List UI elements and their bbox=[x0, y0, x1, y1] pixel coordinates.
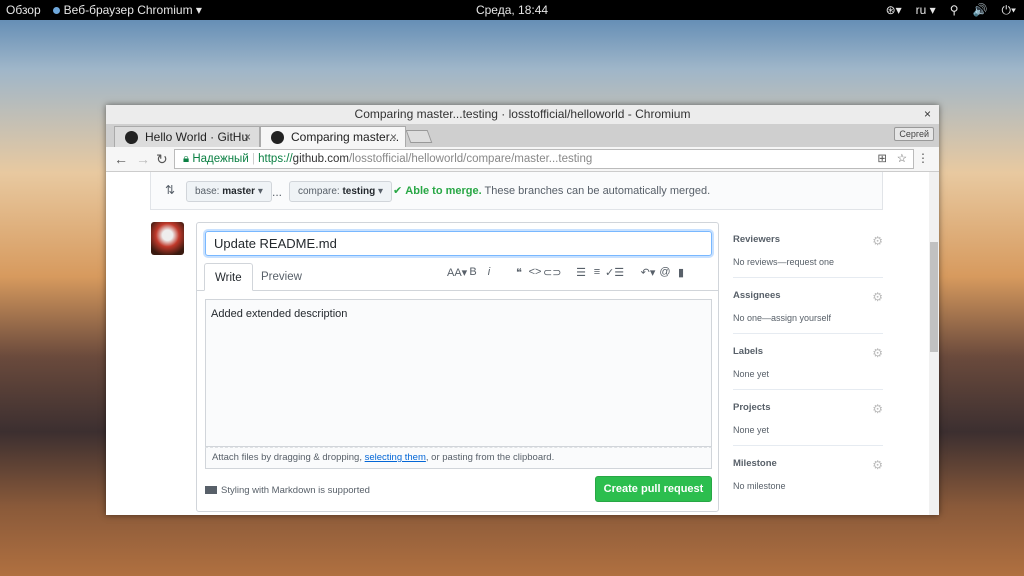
merge-status: ✔ Able to merge. These branches can be a… bbox=[393, 185, 711, 197]
reply-icon[interactable]: ↶▾ bbox=[639, 266, 657, 279]
tab-write[interactable]: Write bbox=[204, 263, 253, 291]
tab-strip: Hello World · GitHu × Comparing master...… bbox=[106, 124, 939, 147]
quote-icon[interactable]: ❝ bbox=[511, 266, 527, 279]
browser-window: Comparing master...testing · losstoffici… bbox=[106, 105, 939, 515]
secure-label[interactable]: Надежный bbox=[192, 153, 248, 165]
check-icon: ✔ bbox=[393, 185, 403, 197]
gear-icon[interactable]: ⚙ bbox=[872, 234, 883, 248]
compare-bar: ⇅ base: master ▾ ... compare: testing ▾ … bbox=[150, 172, 883, 210]
close-window-button[interactable]: × bbox=[924, 105, 931, 124]
window-title: Comparing master...testing · losstoffici… bbox=[354, 107, 691, 121]
tab-hello-world[interactable]: Hello World · GitHu × bbox=[114, 126, 260, 147]
sidebar-assignees: Assignees No one—assign yourself ⚙ bbox=[733, 278, 883, 334]
menu-icon[interactable]: ⋮ bbox=[917, 151, 929, 165]
gear-icon[interactable]: ⚙ bbox=[872, 458, 883, 472]
markdown-note[interactable]: Styling with Markdown is supported bbox=[205, 485, 370, 496]
bold-icon[interactable]: B bbox=[465, 266, 481, 279]
language-menu[interactable]: ru ▾ bbox=[916, 3, 936, 18]
page-content: ⇅ base: master ▾ ... compare: testing ▾ … bbox=[106, 172, 929, 515]
markdown-toolbar: AA▾ Bi ❝ <> ⊂⊃ ☰ ≡ ✓☰ ↶▾ @ ▮ bbox=[447, 266, 689, 279]
github-icon bbox=[271, 131, 284, 144]
title-input[interactable]: Update README.md bbox=[205, 231, 712, 256]
avatar[interactable] bbox=[151, 222, 184, 255]
translate-icon[interactable]: ⊞ bbox=[877, 150, 887, 168]
body-textarea[interactable]: Added extended description bbox=[205, 299, 712, 447]
ellipsis: ... bbox=[272, 185, 283, 199]
unordered-list-icon[interactable]: ☰ bbox=[573, 266, 589, 279]
tab-label: Comparing master... bbox=[291, 130, 400, 144]
star-icon[interactable]: ☆ bbox=[897, 150, 907, 168]
url-path: /losstofficial/helloworld/compare/master… bbox=[348, 153, 593, 165]
compare-arrows-icon: ⇅ bbox=[165, 183, 176, 197]
github-icon bbox=[125, 131, 138, 144]
mention-icon[interactable]: @ bbox=[657, 266, 673, 279]
accessibility-icon[interactable]: ⊛▾ bbox=[886, 3, 902, 18]
select-files-link[interactable]: selecting them bbox=[365, 452, 426, 463]
sidebar-milestone: Milestone No milestone ⚙ bbox=[733, 458, 883, 491]
back-icon[interactable]: ← bbox=[114, 151, 128, 167]
url-scheme: https:// bbox=[258, 153, 293, 165]
ordered-list-icon[interactable]: ≡ bbox=[589, 266, 605, 279]
code-icon[interactable]: <> bbox=[527, 266, 543, 279]
gear-icon[interactable]: ⚙ bbox=[872, 402, 883, 416]
sidebar-labels: Labels None yet ⚙ bbox=[733, 334, 883, 390]
system-top-bar: Обзор Веб-браузер Chromium ▾ Среда, 18:44… bbox=[0, 0, 1024, 20]
new-tab-button[interactable] bbox=[405, 130, 433, 143]
italic-icon[interactable]: i bbox=[481, 266, 497, 279]
clock[interactable]: Среда, 18:44 bbox=[0, 3, 1024, 17]
close-tab-button[interactable]: × bbox=[244, 127, 251, 148]
tab-preview[interactable]: Preview bbox=[251, 263, 312, 291]
tab-comparing[interactable]: Comparing master... × bbox=[260, 126, 406, 147]
link-icon[interactable]: ⊂⊃ bbox=[543, 266, 561, 279]
create-pull-request-button[interactable]: Create pull request bbox=[595, 476, 712, 502]
reload-icon[interactable]: ↻ bbox=[156, 151, 168, 168]
gear-icon[interactable]: ⚙ bbox=[872, 346, 883, 360]
scrollbar[interactable] bbox=[929, 172, 939, 515]
tab-label: Hello World · GitHu bbox=[145, 130, 249, 144]
bookmark-icon[interactable]: ▮ bbox=[673, 266, 689, 279]
url-host: github.com bbox=[292, 153, 349, 165]
header-icon[interactable]: AA▾ bbox=[447, 266, 467, 279]
markdown-icon bbox=[205, 486, 217, 495]
address-toolbar: ← → ↻ 🔒︎ Надежный | https://github.com/l… bbox=[106, 147, 939, 172]
close-tab-button[interactable]: × bbox=[390, 127, 397, 148]
window-titlebar: Comparing master...testing · losstoffici… bbox=[106, 105, 939, 124]
compare-branch-select[interactable]: compare: testing ▾ bbox=[289, 181, 393, 202]
sidebar-projects: Projects None yet ⚙ bbox=[733, 390, 883, 446]
network-icon[interactable]: ⚲ bbox=[950, 3, 959, 18]
lock-icon: 🔒︎ bbox=[183, 153, 193, 165]
gear-icon[interactable]: ⚙ bbox=[872, 290, 883, 304]
power-icon[interactable]: ⏻▾ bbox=[1001, 3, 1016, 18]
scrollbar-thumb[interactable] bbox=[930, 242, 938, 352]
sidebar: Reviewers No reviews—request one ⚙ Assigne… bbox=[733, 222, 883, 502]
forward-icon[interactable]: → bbox=[136, 151, 150, 167]
url-bar[interactable]: 🔒︎ Надежный | https://github.com/losstof… bbox=[174, 149, 914, 169]
pull-request-form: Update README.md Write Preview AA▾ Bi ❝ <>… bbox=[196, 222, 719, 512]
sidebar-reviewers: Reviewers No reviews—request one ⚙ bbox=[733, 222, 883, 278]
volume-icon[interactable]: 🔊 bbox=[973, 3, 988, 18]
task-list-icon[interactable]: ✓☰ bbox=[605, 266, 624, 279]
profile-button[interactable]: Сергей bbox=[894, 127, 934, 141]
attach-files-bar[interactable]: Attach files by dragging & dropping, sel… bbox=[205, 447, 712, 469]
base-branch-select[interactable]: base: master ▾ bbox=[186, 181, 272, 202]
